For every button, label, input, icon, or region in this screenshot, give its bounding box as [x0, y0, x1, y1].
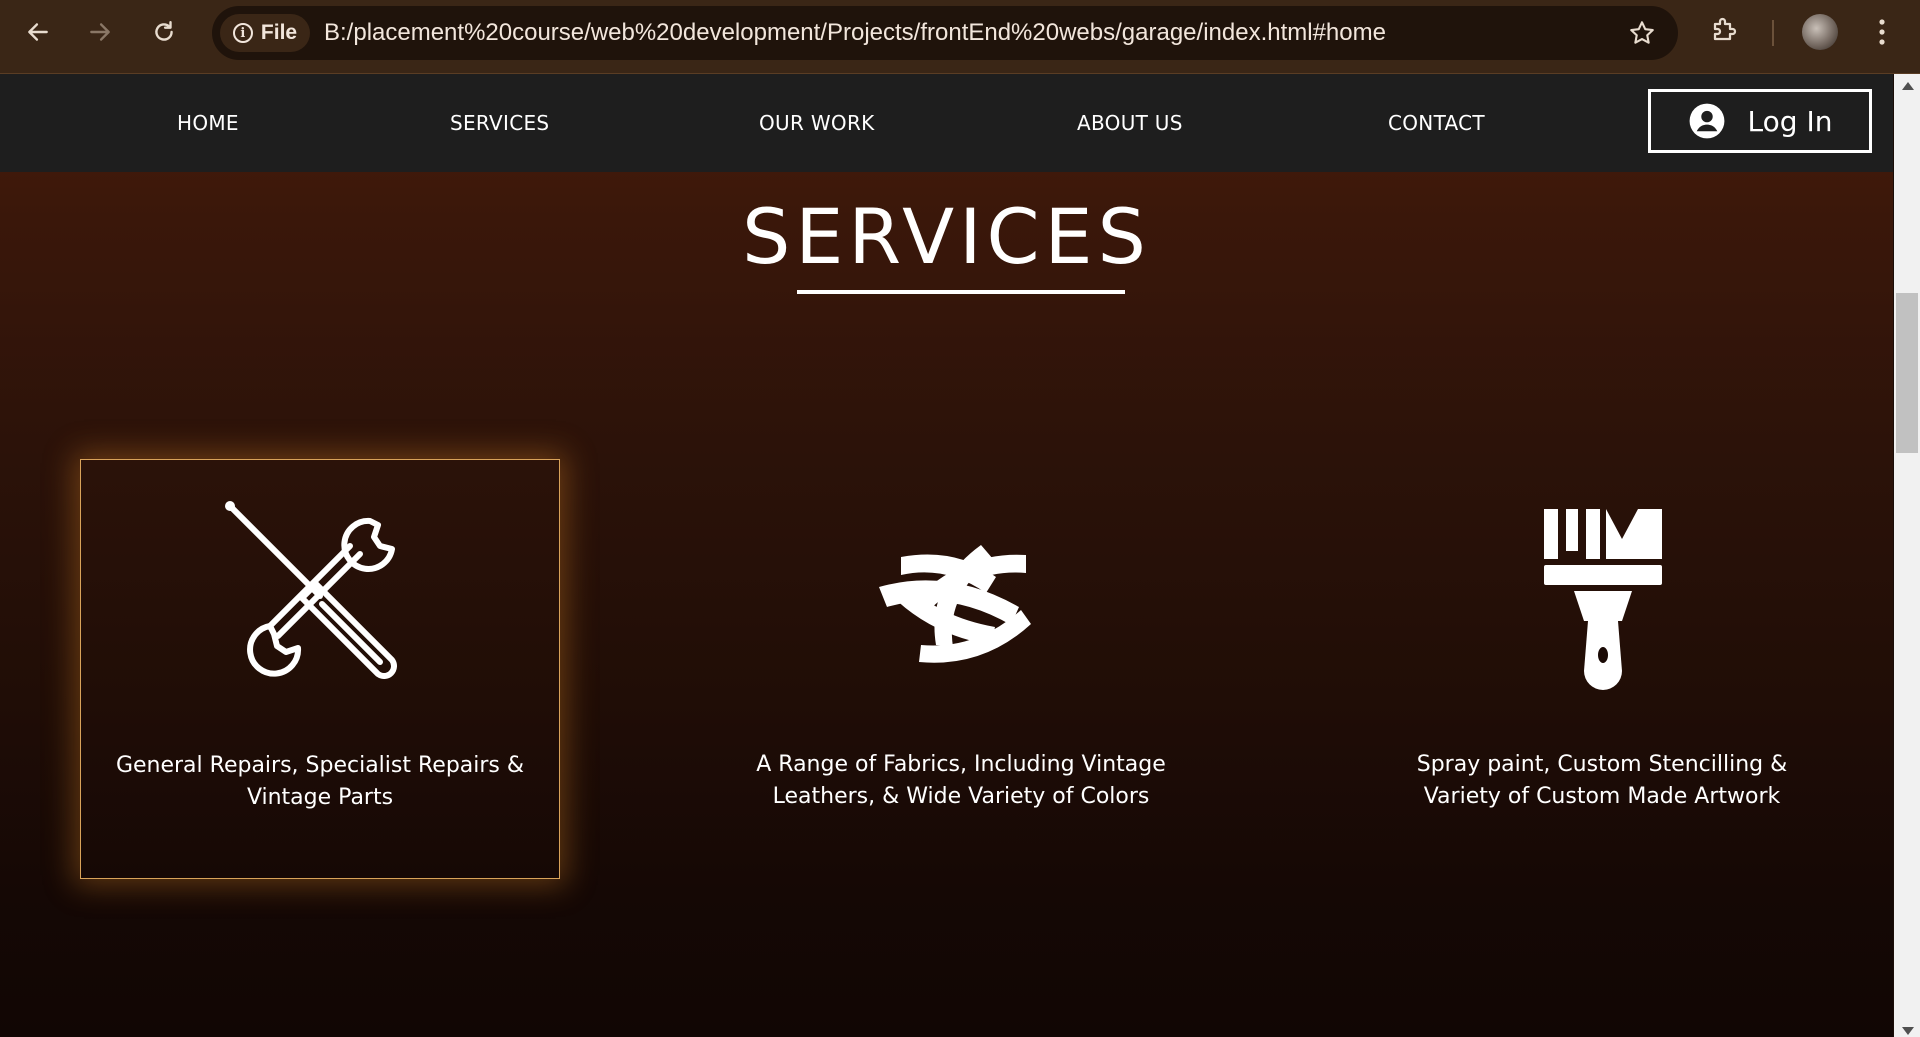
site-info-chip[interactable]: i File [220, 14, 310, 52]
url-text[interactable]: B:/placement%20course/web%20development/… [324, 6, 1386, 60]
scroll-down-arrow-icon[interactable] [1902, 1027, 1914, 1035]
page-scrollbar[interactable] [1894, 74, 1920, 1037]
service-card-description: A Range of Fabrics, Including Vintage Le… [756, 752, 1166, 809]
address-bar[interactable]: i File B:/placement%20course/web%20devel… [212, 6, 1678, 60]
site-navbar: HOME SERVICES OUR WORK ABOUT US CONTACT … [0, 74, 1893, 172]
user-circle-icon [1689, 103, 1724, 139]
forward-arrow-icon[interactable] [82, 14, 118, 50]
service-card-description: Spray paint, Custom Stencilling & Variet… [1416, 752, 1788, 809]
info-icon: i [232, 23, 253, 43]
page-viewport: HOME SERVICES OUR WORK ABOUT US CONTACT … [0, 74, 1893, 1037]
nav-link-home[interactable]: HOME [177, 74, 239, 172]
scroll-thumb[interactable] [1896, 293, 1918, 453]
star-icon[interactable] [1628, 19, 1656, 47]
paint-brush-icon [1544, 509, 1662, 690]
section-title: SERVICES [742, 192, 1151, 281]
login-button[interactable]: Log In [1648, 89, 1872, 153]
login-label: Log In [1747, 104, 1833, 138]
nav-link-contact[interactable]: CONTACT [1388, 74, 1485, 172]
service-card-repairs[interactable]: General Repairs, Specialist Repairs & Vi… [80, 459, 560, 879]
section-title-underline [797, 290, 1125, 294]
reload-icon[interactable] [146, 14, 182, 50]
nav-link-our-work[interactable]: OUR WORK [759, 74, 875, 172]
wrench-screwdriver-icon [225, 501, 397, 679]
toolbar-divider [1772, 20, 1774, 46]
nav-link-services[interactable]: SERVICES [450, 74, 549, 172]
site-info-label: File [260, 21, 298, 44]
menu-dots-icon[interactable] [1870, 14, 1894, 50]
browser-toolbar: i File B:/placement%20course/web%20devel… [0, 0, 1920, 74]
nav-link-about-us[interactable]: ABOUT US [1077, 74, 1183, 172]
profile-avatar[interactable] [1802, 14, 1838, 50]
woven-fabric-icon [879, 545, 1031, 663]
extensions-icon[interactable] [1710, 14, 1740, 44]
scroll-up-arrow-icon[interactable] [1902, 82, 1914, 90]
service-card-description: General Repairs, Specialist Repairs & Vi… [115, 753, 525, 810]
back-arrow-icon[interactable] [20, 14, 56, 50]
service-card-fabrics[interactable]: A Range of Fabrics, Including Vintage Le… [721, 459, 1201, 879]
service-card-paint[interactable]: Spray paint, Custom Stencilling & Variet… [1362, 459, 1842, 879]
